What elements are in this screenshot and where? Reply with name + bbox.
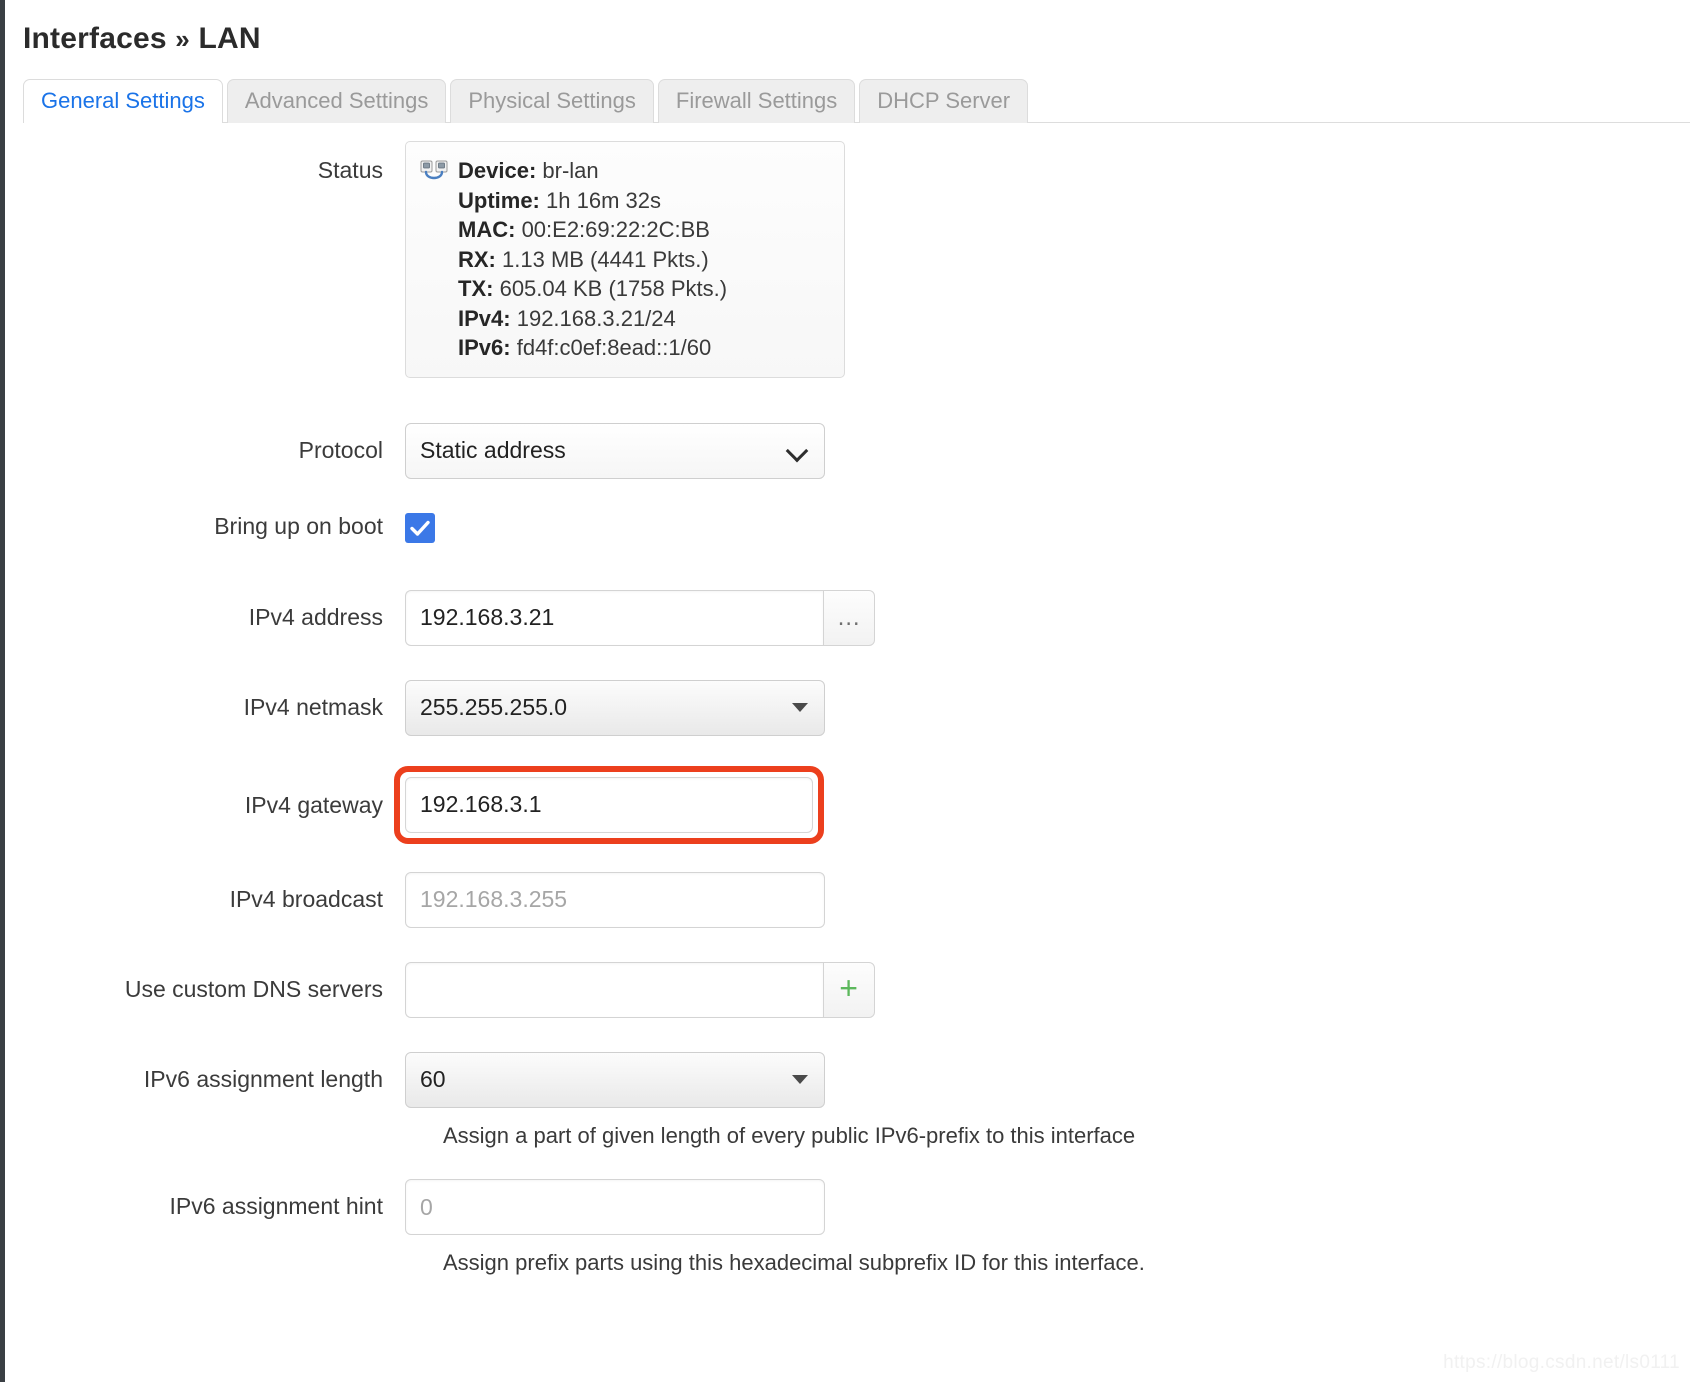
ipv6-assignment-length-help: Assign a part of given length of every p…	[443, 1122, 1136, 1148]
form-row-bring-up-on-boot: Bring up on boot	[5, 512, 1690, 548]
page-root: Interfaces » LAN General Settings Advanc…	[5, 0, 1690, 1382]
status-line-device: Device: br-lan	[458, 156, 727, 186]
status-value: 1.13 MB (4441 Pkts.)	[502, 246, 709, 272]
form-row-ipv6-assignment-hint: IPv6 assignment hint 0 Assign prefix par…	[5, 1179, 1690, 1277]
tab-label: Firewall Settings	[675, 88, 838, 113]
form-row-custom-dns: Use custom DNS servers +	[5, 961, 1690, 1018]
status-line-ipv6: IPv6: fd4f:c0ef:8ead::1/60	[458, 333, 727, 363]
ipv4-gateway-highlight: 192.168.3.1	[394, 765, 824, 844]
form-row-ipv6-assignment-length: IPv6 assignment length 60 Assign a part …	[5, 1051, 1690, 1150]
status-lines: Device: br-lan Uptime: 1h 16m 32s MAC: 0…	[458, 156, 727, 363]
tab-label: Advanced Settings	[244, 88, 429, 113]
ipv4-address-label: IPv4 address	[248, 603, 383, 630]
bring-up-on-boot-label: Bring up on boot	[214, 512, 383, 539]
breadcrumb-leaf: LAN	[198, 22, 261, 55]
ipv6-assignment-hint-label: IPv6 assignment hint	[169, 1193, 383, 1219]
status-value: 00:E2:69:22:2C:BB	[521, 217, 710, 242]
status-value: 1h 16m 32s	[546, 187, 661, 213]
ipv6-assignment-hint-help: Assign prefix parts using this hexadecim…	[443, 1250, 1145, 1275]
status-value: 192.168.3.21/24	[516, 305, 676, 331]
breadcrumb: Interfaces » LAN	[23, 22, 1690, 56]
status-box: Device: br-lan Uptime: 1h 16m 32s MAC: 0…	[405, 141, 845, 378]
bring-up-on-boot-checkbox[interactable]	[405, 512, 435, 548]
status-key: MAC:	[458, 217, 516, 242]
plus-icon: +	[839, 969, 859, 1006]
status-key: IPv4:	[458, 305, 511, 331]
status-value: fd4f:c0ef:8ead::1/60	[516, 335, 712, 360]
ipv4-gateway-label: IPv4 gateway	[244, 791, 383, 818]
protocol-label: Protocol	[298, 436, 383, 463]
status-value: 605.04 KB (1758 Pkts.)	[499, 276, 728, 301]
ipv4-address-more-button[interactable]: …	[823, 589, 875, 646]
tab-advanced-settings[interactable]: Advanced Settings	[226, 79, 447, 123]
ipv4-address-group: 192.168.3.21 …	[405, 589, 875, 646]
status-line-uptime: Uptime: 1h 16m 32s	[458, 186, 727, 216]
custom-dns-label: Use custom DNS servers	[124, 975, 383, 1002]
status-key: IPv6:	[458, 335, 511, 360]
network-bridge-icon	[420, 160, 448, 363]
ipv4-broadcast-placeholder: 192.168.3.255	[420, 886, 568, 912]
form-row-ipv4-netmask: IPv4 netmask 255.255.255.0	[5, 679, 1690, 736]
caret-down-icon	[792, 703, 808, 712]
form-row-ipv4-broadcast: IPv4 broadcast 192.168.3.255	[5, 871, 1690, 928]
status-line-tx: TX: 605.04 KB (1758 Pkts.)	[458, 274, 727, 304]
status-label: Status	[317, 157, 383, 183]
ipv4-gateway-value: 192.168.3.1	[420, 791, 542, 817]
custom-dns-group: +	[405, 961, 875, 1018]
caret-down-icon	[792, 1075, 808, 1084]
ellipsis-icon: …	[836, 603, 862, 631]
ipv4-netmask-label: IPv4 netmask	[243, 693, 383, 720]
protocol-value: Static address	[420, 437, 566, 463]
status-value: br-lan	[542, 158, 599, 183]
tab-label: Physical Settings	[468, 88, 636, 113]
protocol-select[interactable]: Static address	[405, 422, 825, 479]
settings-tabbar: General Settings Advanced Settings Physi…	[23, 78, 1690, 123]
status-key: Device:	[458, 158, 537, 183]
form-row-ipv4-gateway: IPv4 gateway 192.168.3.1	[5, 765, 1690, 844]
watermark: https://blog.csdn.net/ls0111	[1443, 1352, 1680, 1373]
ipv4-netmask-select[interactable]: 255.255.255.0	[405, 679, 825, 736]
form-row-status: Status Device: br-lan Uptime: 1h 16m 32s…	[5, 141, 1690, 378]
custom-dns-input[interactable]	[405, 961, 824, 1018]
tab-dhcp-server[interactable]: DHCP Server	[859, 79, 1029, 123]
ipv6-assignment-length-select[interactable]: 60	[405, 1051, 825, 1108]
status-line-rx: RX: 1.13 MB (4441 Pkts.)	[458, 245, 727, 275]
interface-settings-form: Status Device: br-lan Uptime: 1h 16m 32s…	[5, 141, 1690, 1277]
status-line-mac: MAC: 00:E2:69:22:2C:BB	[458, 215, 727, 245]
ipv4-address-value: 192.168.3.21	[420, 604, 555, 630]
custom-dns-add-button[interactable]: +	[823, 961, 875, 1018]
ipv4-broadcast-input[interactable]: 192.168.3.255	[405, 871, 825, 928]
breadcrumb-root: Interfaces	[23, 22, 167, 55]
status-key: TX:	[458, 276, 494, 301]
ipv4-gateway-input[interactable]: 192.168.3.1	[405, 776, 813, 833]
ipv6-assignment-hint-placeholder: 0	[420, 1193, 433, 1220]
status-line-ipv4: IPv4: 192.168.3.21/24	[458, 304, 727, 334]
form-row-protocol: Protocol Static address	[5, 422, 1690, 479]
chevron-down-icon	[788, 441, 808, 461]
tab-physical-settings[interactable]: Physical Settings	[450, 79, 654, 123]
ipv6-assignment-length-value: 60	[420, 1066, 446, 1092]
breadcrumb-separator: »	[175, 24, 190, 54]
status-key: RX:	[458, 246, 496, 272]
ipv6-assignment-hint-input[interactable]: 0	[405, 1179, 825, 1235]
tab-label: General Settings	[41, 88, 205, 113]
status-key: Uptime:	[458, 187, 540, 213]
ipv4-broadcast-label: IPv4 broadcast	[229, 885, 383, 912]
ipv4-address-input[interactable]: 192.168.3.21	[405, 589, 824, 646]
tab-firewall-settings[interactable]: Firewall Settings	[657, 79, 856, 123]
form-row-ipv4-address: IPv4 address 192.168.3.21 …	[5, 589, 1690, 646]
ipv4-netmask-value: 255.255.255.0	[420, 694, 568, 720]
ipv6-assignment-length-label: IPv6 assignment length	[143, 1065, 383, 1092]
tab-label: DHCP Server	[877, 88, 1011, 113]
tab-general-settings[interactable]: General Settings	[23, 79, 223, 123]
